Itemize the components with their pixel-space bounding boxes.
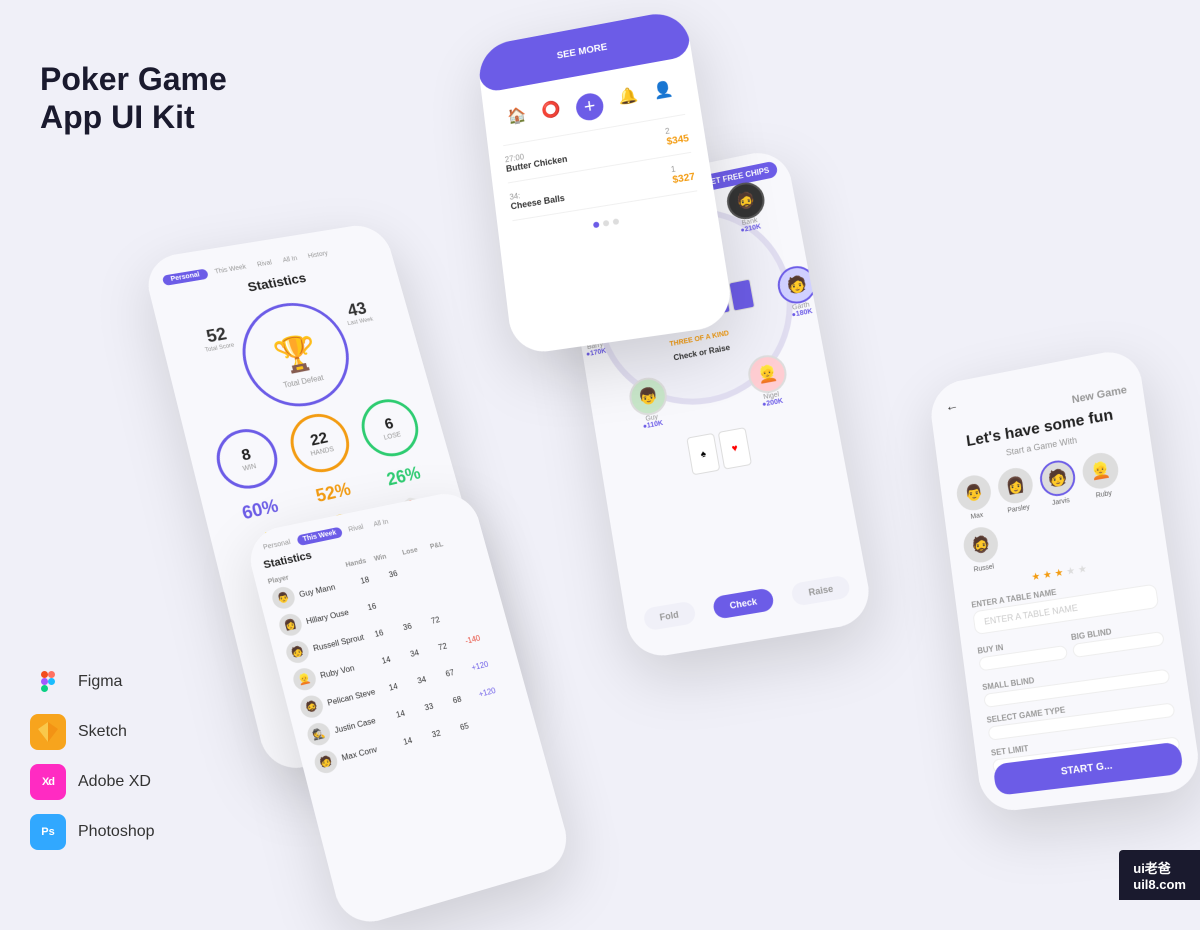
hands-circle: 22 HANDS bbox=[284, 409, 356, 478]
parsley-avatar: 👩 bbox=[996, 465, 1035, 506]
jarvis-avatar: 🧑 bbox=[1038, 458, 1078, 499]
ng-players: 👨 Max 👩 Parsley 🧑 Jarvis 👱 Ruby 🧔 Russel bbox=[955, 447, 1150, 575]
newgame-screen: ← New Game Let's have some fun Start a G… bbox=[928, 346, 1200, 814]
win-circle: 8 WIN bbox=[210, 424, 284, 495]
last-week-badge: 43 Last Week bbox=[342, 298, 374, 327]
ng-player-max: 👨 Max bbox=[955, 473, 995, 523]
lb-tab-personal[interactable]: Personal bbox=[258, 536, 296, 554]
tool-figma: Figma bbox=[30, 664, 155, 700]
dot-1 bbox=[603, 220, 610, 227]
figma-icon bbox=[30, 664, 66, 700]
star-5: ★ bbox=[1077, 564, 1087, 576]
tab-personal[interactable]: Personal bbox=[162, 269, 209, 286]
tool-adobe-xd: Xd Adobe XD bbox=[30, 764, 155, 800]
win-pct: 60% bbox=[240, 496, 281, 525]
ng-player-parsley: 👩 Parsley bbox=[996, 465, 1036, 515]
lb-tab-all-in[interactable]: All In bbox=[369, 516, 394, 531]
adobe-xd-icon: Xd bbox=[30, 764, 66, 800]
hand-card-1: ♠ bbox=[686, 433, 720, 476]
watermark: ui老爸 uil8.com bbox=[1119, 850, 1200, 900]
game-actions: Fold Check Raise bbox=[623, 561, 872, 644]
leaderboard-screen: Personal This Week Rival All In Statisti… bbox=[243, 488, 574, 930]
check-button[interactable]: Check bbox=[712, 587, 775, 619]
star-3: ★ bbox=[1054, 567, 1064, 579]
home-icon[interactable]: 🏠 bbox=[506, 105, 528, 135]
star-1: ★ bbox=[1031, 571, 1041, 583]
max-avatar: 👨 bbox=[955, 473, 993, 513]
player-garth: 🧑 Garth ●180K bbox=[775, 263, 822, 321]
trophy-icon: 🏆 bbox=[270, 331, 322, 378]
star-2: ★ bbox=[1042, 569, 1052, 581]
tab-this-week[interactable]: This Week bbox=[210, 261, 251, 277]
tool-sketch: Sketch bbox=[30, 714, 155, 750]
ng-player-jarvis: 🧑 Jarvis bbox=[1038, 458, 1079, 509]
ng-player-ruby: 👱 Ruby bbox=[1080, 450, 1122, 501]
tool-photoshop: Ps Photoshop bbox=[30, 814, 155, 850]
photoshop-icon: Ps bbox=[30, 814, 66, 850]
tab-rival[interactable]: Rival bbox=[252, 257, 277, 271]
lb-tab-rival[interactable]: Rival bbox=[343, 521, 368, 536]
dot-active bbox=[593, 221, 600, 228]
ruby-avatar: 👱 bbox=[1080, 450, 1120, 491]
sketch-label: Sketch bbox=[78, 723, 127, 741]
lose-circle: 6 LOSE bbox=[355, 394, 425, 461]
lose-pct: 26% bbox=[385, 463, 423, 490]
star-4: ★ bbox=[1066, 566, 1076, 578]
player-nigel: 👱 Nigel ●200K bbox=[745, 352, 792, 410]
dot-2 bbox=[613, 218, 620, 225]
figma-label: Figma bbox=[78, 673, 122, 691]
bell-icon[interactable]: 🔔 bbox=[617, 85, 640, 115]
hands-pct: 52% bbox=[314, 479, 353, 507]
sketch-icon bbox=[30, 714, 66, 750]
total-score-badge: 52 Total Score bbox=[200, 323, 236, 354]
adobe-xd-label: Adobe XD bbox=[78, 773, 151, 791]
phone-leaderboard: Personal This Week Rival All In Statisti… bbox=[243, 488, 574, 930]
menu-screen: SEE MORE 🏠 ⭕ + 🔔 👤 27:00 Butter Chicken … bbox=[476, 8, 735, 356]
ng-player-russel: 🧔 Russel bbox=[962, 525, 1002, 575]
tab-all-in[interactable]: All In bbox=[278, 253, 302, 266]
ring-icon[interactable]: ⭕ bbox=[540, 99, 563, 129]
fold-button[interactable]: Fold bbox=[642, 601, 696, 632]
add-icon[interactable]: + bbox=[574, 91, 605, 122]
phone-newgame: ← New Game Let's have some fun Start a G… bbox=[928, 346, 1200, 814]
tools-list: Figma Sketch Xd Adobe XD Ps Photoshop bbox=[30, 664, 155, 850]
russel-avatar: 🧔 bbox=[962, 525, 1001, 565]
phone-menu: SEE MORE 🏠 ⭕ + 🔔 👤 27:00 Butter Chicken … bbox=[476, 8, 735, 356]
raise-button[interactable]: Raise bbox=[790, 574, 851, 606]
page-title: Poker Game App UI Kit bbox=[40, 60, 227, 137]
trophy-circle: 🏆 Total Defeat bbox=[231, 295, 361, 416]
hand-card-2: ♥ bbox=[718, 427, 752, 470]
tab-history[interactable]: History bbox=[303, 248, 333, 262]
person-icon[interactable]: 👤 bbox=[652, 79, 676, 109]
player-bank: 🧔 Bank ●210K bbox=[724, 179, 770, 236]
photoshop-label: Photoshop bbox=[78, 823, 155, 841]
